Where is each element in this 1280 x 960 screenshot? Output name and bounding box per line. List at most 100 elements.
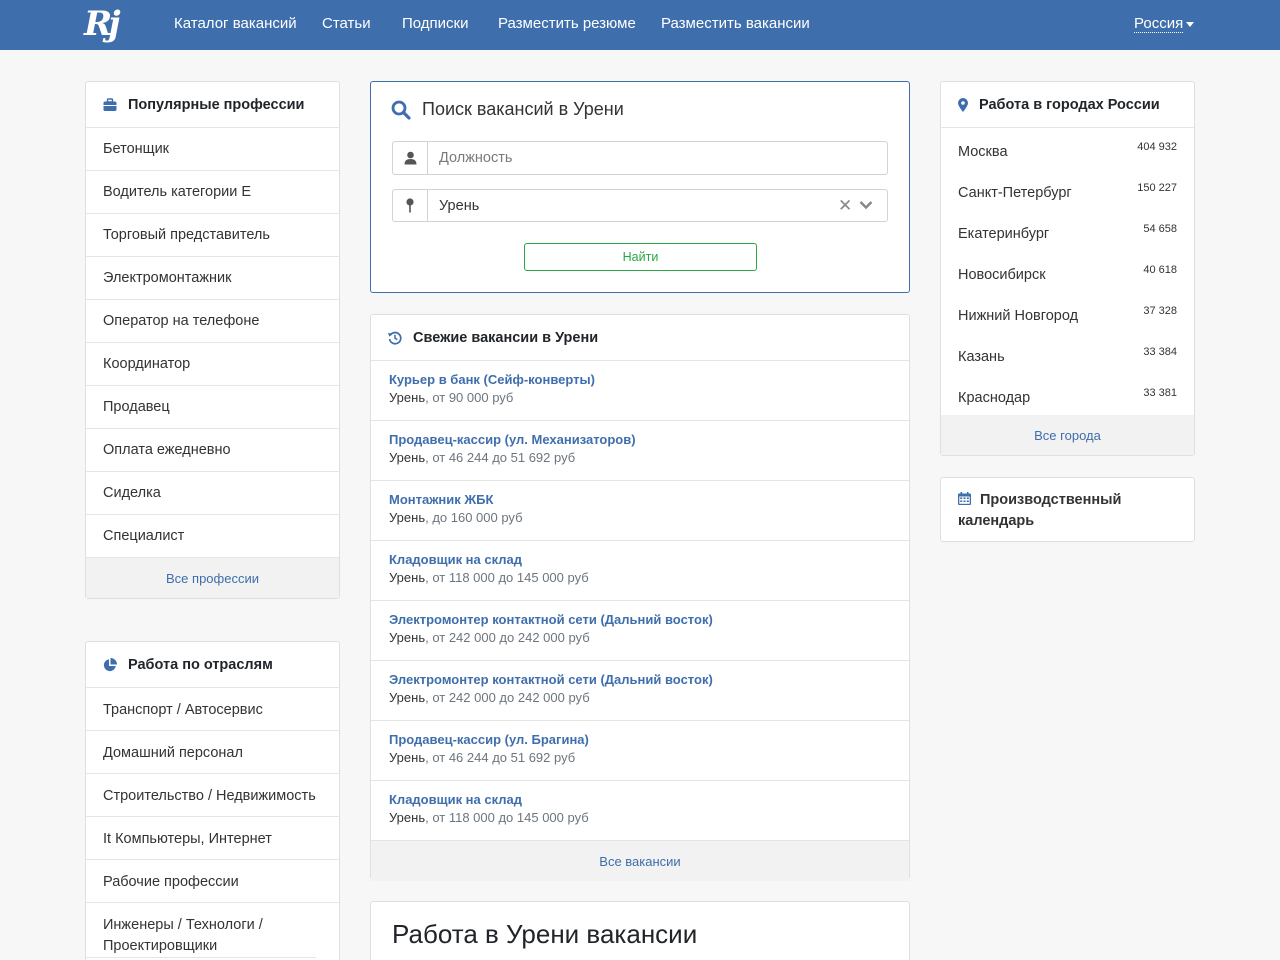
card-title: Работа по отраслям (128, 656, 273, 673)
city-item[interactable]: Екатеринбург 54 658 (941, 214, 1194, 255)
profession-item[interactable]: Оператор на телефоне (86, 300, 339, 343)
city-count: 404 932 (1137, 141, 1177, 153)
industry-item[interactable]: It Компьютеры, Интернет (86, 817, 339, 860)
industry-item[interactable]: Строительство / Недвижимость (86, 774, 339, 817)
calendar-icon (958, 492, 971, 505)
all-vacancies-link[interactable]: Все вакансии (371, 841, 909, 881)
city-count: 33 384 (1143, 346, 1177, 358)
city-item[interactable]: Краснодар 33 381 (941, 378, 1194, 419)
vacancy-salary: , от 242 000 до 242 000 руб (425, 690, 590, 705)
card-header: Свежие вакансии в Урени (371, 315, 909, 361)
search-icon (391, 100, 411, 120)
city-name[interactable]: Нижний Новгород (958, 308, 1078, 324)
vacancy-salary: , от 118 000 до 145 000 руб (425, 810, 589, 825)
profession-item[interactable]: Сиделка (86, 472, 339, 515)
vacancy-meta: Урень, от 118 000 до 145 000 руб (389, 568, 909, 587)
city-item[interactable]: Казань 33 384 (941, 337, 1194, 378)
card-header[interactable]: Производственный календарь (941, 478, 1194, 544)
city-name[interactable]: Москва (958, 144, 1008, 160)
vacancy-link[interactable]: Монтажник ЖБК (389, 491, 909, 508)
city-count: 37 328 (1143, 305, 1177, 317)
city-name[interactable]: Казань (958, 349, 1005, 365)
nav-articles-link[interactable]: Статьи (322, 15, 371, 32)
vacancy-meta: Урень, от 46 244 до 51 692 руб (389, 748, 909, 767)
vacancy-salary: , от 46 244 до 51 692 руб (425, 450, 576, 465)
vacancy-meta: Урень, от 242 000 до 242 000 руб (389, 628, 909, 647)
vacancy-item: Курьер в банк (Сейф-конверты) Урень, от … (371, 361, 909, 421)
map-marker-icon (958, 97, 968, 112)
card-title: Популярные профессии (128, 96, 305, 113)
vacancy-city: Урень (389, 810, 426, 825)
profession-item[interactable]: Электромонтажник (86, 257, 339, 300)
site-logo[interactable]: Rj (84, 4, 126, 46)
industry-item[interactable]: Рабочие профессии (86, 860, 339, 903)
country-dropdown[interactable]: Россия (1134, 15, 1184, 33)
vacancy-link[interactable]: Продавец-кассир (ул. Брагина) (389, 731, 909, 748)
city-name[interactable]: Екатеринбург (958, 226, 1049, 242)
city-item[interactable]: Санкт-Петербург 150 227 (941, 173, 1194, 214)
city-item[interactable]: Нижний Новгород 37 328 (941, 296, 1194, 337)
city-count: 33 381 (1143, 387, 1177, 399)
clear-icon[interactable]: ✕ (838, 196, 852, 216)
map-pin-icon (393, 190, 428, 221)
profession-item[interactable]: Бетонщик (86, 128, 339, 171)
profession-item[interactable]: Продавец (86, 386, 339, 429)
city-select[interactable]: Урень ✕ (392, 189, 888, 222)
all-professions-link[interactable]: Все профессии (86, 558, 339, 598)
profession-item[interactable]: Оплата ежедневно (86, 429, 339, 472)
vacancy-item: Монтажник ЖБК Урень, до 160 000 руб (371, 481, 909, 541)
nav-catalog-link[interactable]: Каталог вакансий (174, 15, 297, 32)
vacancy-city: Урень (389, 570, 426, 585)
city-value: Урень (439, 198, 480, 214)
popular-professions-card: Популярные профессии Бетонщик Водитель к… (85, 81, 340, 599)
position-input-group (392, 141, 888, 175)
industries-card: Работа по отраслям Транспорт / Автосерви… (85, 641, 340, 960)
all-cities-link[interactable]: Все города (941, 415, 1194, 455)
vacancy-meta: Урень, до 160 000 руб (389, 508, 909, 527)
city-count: 40 618 (1143, 264, 1177, 276)
vacancy-city: Урень (389, 630, 426, 645)
briefcase-icon (103, 97, 117, 111)
city-name[interactable]: Новосибирск (958, 267, 1046, 283)
vacancy-salary: , от 46 244 до 51 692 руб (425, 750, 576, 765)
industry-item[interactable]: Инженеры / Технологи / Проектировщики (86, 903, 316, 958)
city-item[interactable]: Новосибирск 40 618 (941, 255, 1194, 296)
city-name[interactable]: Санкт-Петербург (958, 185, 1072, 201)
vacancy-salary: , до 160 000 руб (425, 510, 523, 525)
card-header: Работа в городах России (941, 82, 1194, 128)
profession-item[interactable]: Координатор (86, 343, 339, 386)
vacancy-city: Урень (389, 750, 426, 765)
city-count: 150 227 (1137, 182, 1177, 194)
profession-item[interactable]: Специалист (86, 515, 339, 558)
city-item[interactable]: Москва 404 932 (941, 132, 1194, 173)
nav-subscriptions-link[interactable]: Подписки (402, 15, 469, 32)
caret-down-icon[interactable] (1186, 22, 1194, 27)
work-intro-card: Работа в Урени вакансии (370, 901, 910, 960)
vacancy-link[interactable]: Электромонтер контактной сети (Дальний в… (389, 611, 909, 628)
position-input[interactable] (429, 142, 884, 174)
vacancy-link[interactable]: Курьер в банк (Сейф-конверты) (389, 371, 909, 388)
vacancy-link[interactable]: Кладовщик на склад (389, 551, 909, 568)
nav-post-vacancies-link[interactable]: Разместить вакансии (661, 15, 810, 32)
card-title[interactable]: Производственный календарь (958, 492, 1121, 529)
vacancy-salary: , от 118 000 до 145 000 руб (425, 570, 589, 585)
vacancy-link[interactable]: Продавец-кассир (ул. Механизаторов) (389, 431, 909, 448)
profession-item[interactable]: Торговый представитель (86, 214, 339, 257)
calendar-card[interactable]: Производственный календарь (940, 477, 1195, 542)
cities-list: Москва 404 932 Санкт-Петербург 150 227 Ека… (941, 128, 1194, 415)
vacancy-item: Кладовщик на склад Урень, от 118 000 до … (371, 781, 909, 841)
industry-item[interactable]: Транспорт / Автосервис (86, 688, 339, 731)
vacancy-link[interactable]: Кладовщик на склад (389, 791, 909, 808)
vacancy-city: Урень (389, 510, 426, 525)
find-button[interactable]: Найти (524, 243, 757, 271)
vacancy-item: Продавец-кассир (ул. Брагина) Урень, от … (371, 721, 909, 781)
search-card: Поиск вакансий в Урени Урень ✕ Найти (370, 81, 910, 293)
industry-item[interactable]: Домашний персонал (86, 731, 339, 774)
nav-post-resume-link[interactable]: Разместить резюме (498, 15, 636, 32)
vacancy-item: Кладовщик на склад Урень, от 118 000 до … (371, 541, 909, 601)
profession-item[interactable]: Водитель категории Е (86, 171, 339, 214)
pie-chart-icon (103, 657, 117, 671)
city-name[interactable]: Краснодар (958, 390, 1030, 406)
vacancy-link[interactable]: Электромонтер контактной сети (Дальний в… (389, 671, 909, 688)
chevron-down-icon[interactable] (859, 200, 873, 210)
